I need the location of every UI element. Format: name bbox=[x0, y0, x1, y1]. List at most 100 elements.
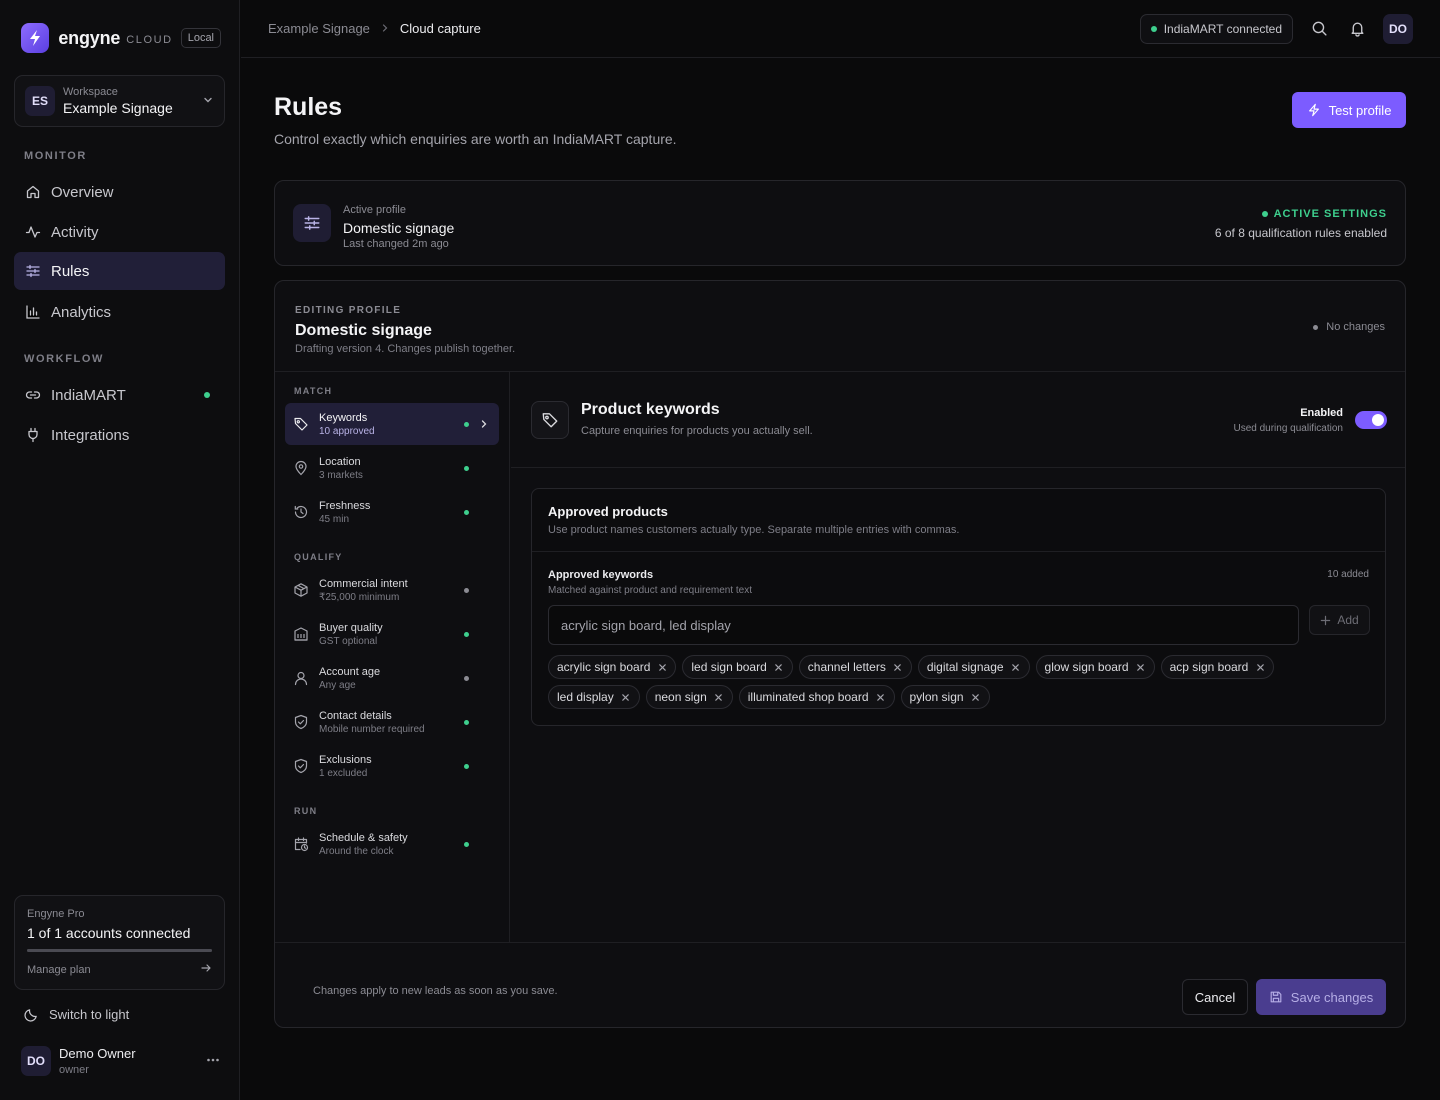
rule-keywords[interactable]: Keywords 10 approved bbox=[285, 403, 499, 445]
user-icon bbox=[293, 670, 309, 686]
nav-overview[interactable]: Overview bbox=[14, 173, 225, 211]
manage-plan-link[interactable]: Manage plan bbox=[27, 962, 212, 977]
user-avatar: DO bbox=[21, 1046, 51, 1076]
rules-enabled-count: 6 of 8 qualification rules enabled bbox=[1214, 226, 1387, 240]
rule-enabled-toggle[interactable] bbox=[1355, 411, 1387, 429]
plus-icon bbox=[1320, 615, 1331, 626]
keyword-chip-label: acrylic sign board bbox=[557, 660, 651, 674]
active-profile-label: Active profile bbox=[343, 204, 406, 216]
theme-toggle[interactable]: Switch to light bbox=[24, 1007, 129, 1022]
rule-freshness[interactable]: Freshness 45 min bbox=[285, 491, 499, 533]
save-changes-button[interactable]: Save changes bbox=[1256, 979, 1386, 1015]
history-icon bbox=[293, 504, 309, 520]
active-settings-label: ACTIVE SETTINGS bbox=[1273, 208, 1387, 220]
remove-keyword-icon[interactable] bbox=[893, 662, 903, 672]
nav-overview-label: Overview bbox=[51, 183, 114, 201]
plan-usage-bar bbox=[27, 949, 212, 952]
rule-commercial-intent[interactable]: Commercial intent ₹25,000 minimum bbox=[285, 569, 499, 611]
brand[interactable]: engyne CLOUD Local bbox=[21, 22, 221, 54]
rule-contact-details[interactable]: Contact details Mobile number required bbox=[285, 701, 499, 743]
nav-indiamart-label: IndiaMART bbox=[51, 386, 126, 404]
remove-keyword-icon[interactable] bbox=[876, 692, 886, 702]
remove-keyword-icon[interactable] bbox=[657, 662, 667, 672]
nav-analytics[interactable]: Analytics bbox=[14, 293, 225, 331]
keyword-chip-label: neon sign bbox=[654, 690, 707, 704]
editor-kicker: EDITING PROFILE bbox=[295, 305, 402, 316]
plug-icon bbox=[24, 426, 42, 444]
remove-keyword-icon[interactable] bbox=[971, 692, 981, 702]
tag-icon bbox=[293, 416, 309, 432]
rule-buyer-quality-name: Buyer quality bbox=[319, 621, 383, 634]
rule-buyer-quality[interactable]: Buyer quality GST optional bbox=[285, 613, 499, 655]
rule-schedule-safety[interactable]: Schedule & safety Around the clock bbox=[285, 823, 499, 865]
remove-keyword-icon[interactable] bbox=[714, 692, 724, 702]
remove-keyword-icon[interactable] bbox=[1011, 662, 1021, 672]
remove-keyword-icon[interactable] bbox=[774, 662, 784, 672]
sliders-icon bbox=[24, 262, 42, 280]
remove-keyword-icon[interactable] bbox=[1255, 662, 1265, 672]
cancel-button[interactable]: Cancel bbox=[1182, 979, 1248, 1015]
keyword-chip: acp sign board bbox=[1160, 655, 1275, 679]
moon-icon bbox=[24, 1007, 39, 1022]
user-menu[interactable]: DO Demo Owner owner bbox=[21, 1046, 221, 1076]
keyword-chip-label: pylon sign bbox=[909, 690, 964, 704]
keywords-count: 10 added bbox=[1327, 569, 1369, 580]
rule-exclusions[interactable]: Exclusions 1 excluded bbox=[285, 745, 499, 787]
nav-activity-label: Activity bbox=[51, 223, 99, 241]
env-badge: Local bbox=[180, 28, 221, 48]
approved-keywords-title: Approved keywords bbox=[548, 569, 654, 581]
bell-icon[interactable] bbox=[1345, 17, 1369, 41]
chevron-right-icon bbox=[477, 419, 491, 429]
save-changes-label: Save changes bbox=[1290, 989, 1374, 1005]
connection-status-dot bbox=[1150, 25, 1157, 32]
connection-status-pill[interactable]: IndiaMART connected bbox=[1139, 13, 1293, 44]
arrow-right-icon bbox=[200, 962, 212, 977]
toggle-knob bbox=[1372, 414, 1384, 426]
nav-activity[interactable]: Activity bbox=[14, 213, 225, 251]
breadcrumb-parent[interactable]: Example Signage bbox=[268, 21, 370, 36]
rule-commercial-intent-sub: ₹25,000 minimum bbox=[319, 591, 400, 603]
breadcrumb: Example Signage Cloud capture bbox=[268, 21, 481, 36]
building-icon bbox=[293, 626, 309, 642]
remove-keyword-icon[interactable] bbox=[621, 692, 631, 702]
rule-exclusions-name: Exclusions bbox=[319, 753, 372, 766]
search-icon[interactable] bbox=[1307, 17, 1331, 41]
topbar: Example Signage Cloud capture IndiaMART … bbox=[241, 0, 1440, 58]
rule-freshness-status-dot bbox=[464, 509, 469, 515]
keyword-chip: pylon sign bbox=[900, 685, 990, 709]
rule-contact-details-name: Contact details bbox=[319, 709, 392, 722]
rule-schedule-safety-sub: Around the clock bbox=[319, 845, 394, 857]
keyword-chip-label: illuminated shop board bbox=[747, 690, 869, 704]
rule-contact-details-status-dot bbox=[464, 719, 469, 725]
rule-location-sub: 3 markets bbox=[319, 469, 363, 481]
rule-account-age[interactable]: Account age Any age bbox=[285, 657, 499, 699]
chevron-right-icon bbox=[380, 22, 390, 36]
add-keyword-label: Add bbox=[1337, 613, 1359, 627]
keyword-chip-label: digital signage bbox=[926, 660, 1004, 674]
remove-keyword-icon[interactable] bbox=[1136, 662, 1146, 672]
plan-title: Engyne Pro bbox=[27, 908, 85, 920]
keyword-chip-label: led display bbox=[557, 690, 614, 704]
plan-summary: 1 of 1 accounts connected bbox=[27, 925, 191, 941]
nav-indiamart[interactable]: IndiaMART bbox=[14, 376, 225, 414]
keyword-input[interactable] bbox=[548, 605, 1299, 645]
rule-location-name: Location bbox=[319, 455, 361, 468]
test-profile-button[interactable]: Test profile bbox=[1292, 92, 1406, 128]
nav-rules[interactable]: Rules bbox=[14, 252, 225, 290]
more-horizontal-icon[interactable] bbox=[205, 1052, 221, 1071]
page-title: Rules bbox=[274, 93, 343, 121]
keyword-chip: digital signage bbox=[917, 655, 1030, 679]
match-section-label: MATCH bbox=[294, 386, 333, 396]
zap-icon bbox=[1307, 103, 1321, 117]
rule-exclusions-status-dot bbox=[464, 763, 469, 769]
activity-icon bbox=[24, 223, 42, 241]
rule-contact-details-sub: Mobile number required bbox=[319, 723, 425, 735]
tag-icon bbox=[531, 401, 569, 439]
rule-account-age-name: Account age bbox=[319, 665, 381, 678]
top-user-avatar[interactable]: DO bbox=[1383, 13, 1413, 44]
connection-status-label: IndiaMART connected bbox=[1163, 21, 1282, 36]
nav-integrations[interactable]: Integrations bbox=[14, 416, 225, 454]
add-keyword-button[interactable]: Add bbox=[1309, 605, 1370, 635]
rule-location[interactable]: Location 3 markets bbox=[285, 447, 499, 489]
workspace-switcher[interactable]: ES Workspace Example Signage bbox=[14, 75, 225, 127]
